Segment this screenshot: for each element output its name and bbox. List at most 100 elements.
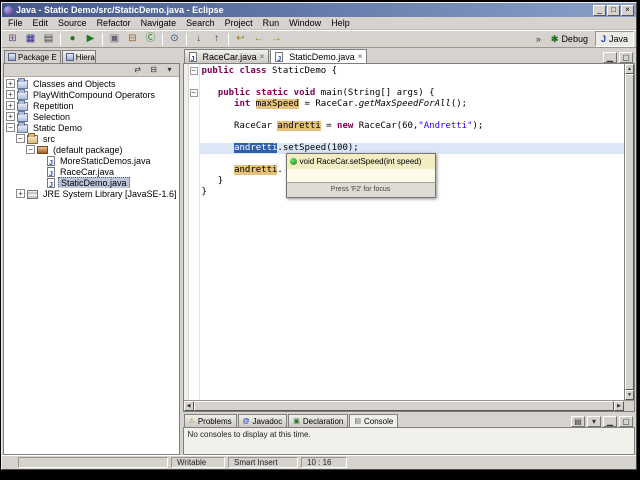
code-area[interactable]: void RaceCar.setSpeed(int speed) Press '…	[199, 64, 624, 400]
minimize-view-button[interactable]: ▁	[603, 416, 617, 427]
console-view-menu-button[interactable]: ▾	[587, 416, 601, 427]
view-tab-icon	[65, 53, 74, 61]
save-button[interactable]: ▦	[22, 31, 39, 47]
editor-tab-staticdemo-java[interactable]: StaticDemo.java×	[270, 49, 368, 63]
fold-collapse-icon[interactable]: −	[189, 89, 198, 97]
tree-item-selection[interactable]: + Selection	[4, 111, 179, 122]
link-with-editor-button[interactable]: ⇄	[131, 65, 145, 76]
tree-item-src[interactable]: − src	[4, 133, 179, 144]
search-button[interactable]: ⊙	[166, 31, 183, 47]
code-line[interactable]: public class StaticDemo {	[200, 66, 624, 77]
previous-annotation-button[interactable]: ↑	[208, 31, 225, 47]
scroll-up-icon[interactable]: ▲	[625, 64, 634, 74]
perspective-debug-button[interactable]: ✱ Debug	[545, 31, 594, 47]
maximize-view-button[interactable]: ▢	[619, 416, 633, 427]
new-java-project-button[interactable]: ▣	[106, 31, 123, 47]
collapse-all-button[interactable]: ⊟	[147, 65, 161, 76]
scroll-right-icon[interactable]: ▶	[614, 401, 624, 411]
fold-cell	[189, 165, 199, 176]
menu-item-window[interactable]: Window	[284, 17, 326, 29]
menu-item-file[interactable]: File	[3, 17, 28, 29]
code-line[interactable]: int maxSpeed = RaceCar.getMaxSpeedForAll…	[200, 99, 624, 110]
console-tab-javadoc[interactable]: @ Javadoc	[237, 414, 288, 427]
tree-item-morestaticdemos-java[interactable]: MoreStaticDemos.java	[4, 155, 179, 166]
horizontal-scroll-track[interactable]	[193, 401, 614, 411]
next-annotation-button[interactable]: ↓	[190, 31, 207, 47]
console-tab-label: Problems	[197, 416, 232, 426]
tree-item-classes-and-objects[interactable]: + Classes and Objects	[4, 78, 179, 89]
view-tab-package-e[interactable]: Package E	[4, 50, 61, 63]
tree-item-jre-system-library-javase-1-6[interactable]: + JRE System Library [JavaSE-1.6]	[4, 188, 179, 199]
back-button[interactable]: ←	[250, 31, 267, 47]
menu-item-source[interactable]: Source	[53, 17, 92, 29]
new-wizard-button[interactable]: ⊞	[4, 31, 21, 47]
scroll-left-icon[interactable]: ◀	[183, 401, 194, 411]
menu-item-help[interactable]: Help	[326, 17, 355, 29]
tree-item-default-package[interactable]: − (default package)	[4, 144, 179, 155]
horizontal-scroll-thumb[interactable]	[193, 401, 614, 411]
maximize-button[interactable]: □	[607, 4, 620, 16]
menu-item-search[interactable]: Search	[181, 17, 220, 29]
tree-item-playwithcompound-operators[interactable]: + PlayWithCompound Operators	[4, 89, 179, 100]
workbench: Package EHierarchy ⇄⊟▾ +Classes and Obje…	[2, 48, 636, 455]
code-line[interactable]	[200, 110, 624, 121]
project-icon	[17, 122, 28, 133]
new-package-button[interactable]: ⊟	[124, 31, 141, 47]
view-menu-button[interactable]: ▾	[163, 65, 177, 76]
tree-item-static-demo[interactable]: − Static Demo	[4, 122, 179, 133]
menu-item-edit[interactable]: Edit	[28, 17, 54, 29]
new-class-button[interactable]: Ⓒ	[142, 31, 159, 47]
tree-expander[interactable]: −	[26, 145, 35, 154]
vertical-scroll-thumb[interactable]	[625, 74, 634, 390]
maximize-editor-button[interactable]: ▢	[619, 52, 633, 63]
editor-tab-buttons: ▁ ▢	[603, 52, 635, 63]
debug-button[interactable]: ●	[64, 31, 81, 47]
code-line[interactable]: public static void main(String[] args) {	[200, 88, 624, 99]
console-tab-problems[interactable]: ⚠ Problems	[183, 414, 237, 427]
title-bar[interactable]: Java - Static Demo/src/StaticDemo.java -…	[2, 3, 636, 17]
editor-vertical-scrollbar[interactable]: ▲ ▼	[624, 64, 634, 400]
editor-horizontal-scrollbar[interactable]: ◀ ▶	[183, 401, 624, 411]
minimize-button[interactable]: _	[593, 4, 606, 16]
menu-item-run[interactable]: Run	[258, 17, 285, 29]
javadoc-icon: @	[242, 417, 250, 425]
forward-button[interactable]: →	[268, 31, 285, 47]
menu-item-navigate[interactable]: Navigate	[136, 17, 182, 29]
tree-item-racecar-java[interactable]: RaceCar.java	[4, 166, 179, 177]
scroll-down-icon[interactable]: ▼	[625, 390, 634, 400]
perspective-bar: ✱ Debug J Java	[545, 31, 634, 47]
completion-item[interactable]: void RaceCar.setSpeed(int speed)	[286, 154, 435, 169]
run-button[interactable]: ▶	[82, 31, 99, 47]
minimize-editor-button[interactable]: ▁	[603, 52, 617, 63]
console-tab-label: Javadoc	[252, 416, 283, 426]
close-button[interactable]: ×	[621, 4, 634, 16]
tree-expander[interactable]: −	[16, 134, 25, 143]
menu-item-project[interactable]: Project	[220, 17, 258, 29]
fold-collapse-icon[interactable]: −	[189, 67, 198, 75]
tree-expander[interactable]: +	[6, 90, 15, 99]
menu-item-refactor[interactable]: Refactor	[92, 17, 136, 29]
tree-expander[interactable]: +	[6, 79, 15, 88]
perspective-overflow-icon[interactable]: »	[536, 34, 541, 44]
code-line[interactable]: RaceCar andretti = new RaceCar(60,"Andre…	[200, 121, 624, 132]
vertical-scroll-track[interactable]	[625, 74, 634, 390]
last-edit-location-button[interactable]: ↩	[232, 31, 249, 47]
code-line[interactable]	[200, 132, 624, 143]
view-tab-hierarchy[interactable]: Hierarchy	[61, 50, 96, 63]
tree-expander[interactable]: +	[16, 189, 25, 198]
tree-item-staticdemo-java[interactable]: StaticDemo.java	[4, 177, 179, 188]
print-button[interactable]: ▤	[40, 31, 57, 47]
code-line[interactable]	[200, 77, 624, 88]
tree-expander[interactable]: +	[6, 101, 15, 110]
tree-item-repetition[interactable]: + Repetition	[4, 100, 179, 111]
close-tab-icon[interactable]: ×	[358, 52, 363, 61]
perspective-java-button[interactable]: J Java	[594, 31, 634, 47]
editor-tab-racecar-java[interactable]: RaceCar.java×	[183, 49, 270, 63]
package-explorer-toolbar: ⇄ ⊟ ▾	[4, 64, 179, 77]
console-tab-declaration[interactable]: ▣ Declaration	[288, 414, 349, 427]
open-console-button[interactable]: ▤	[571, 416, 585, 427]
tree-expander[interactable]: −	[6, 123, 15, 132]
console-tab-console[interactable]: ▤ Console	[349, 414, 399, 427]
close-tab-icon[interactable]: ×	[260, 52, 265, 61]
tree-expander[interactable]: +	[6, 112, 15, 121]
